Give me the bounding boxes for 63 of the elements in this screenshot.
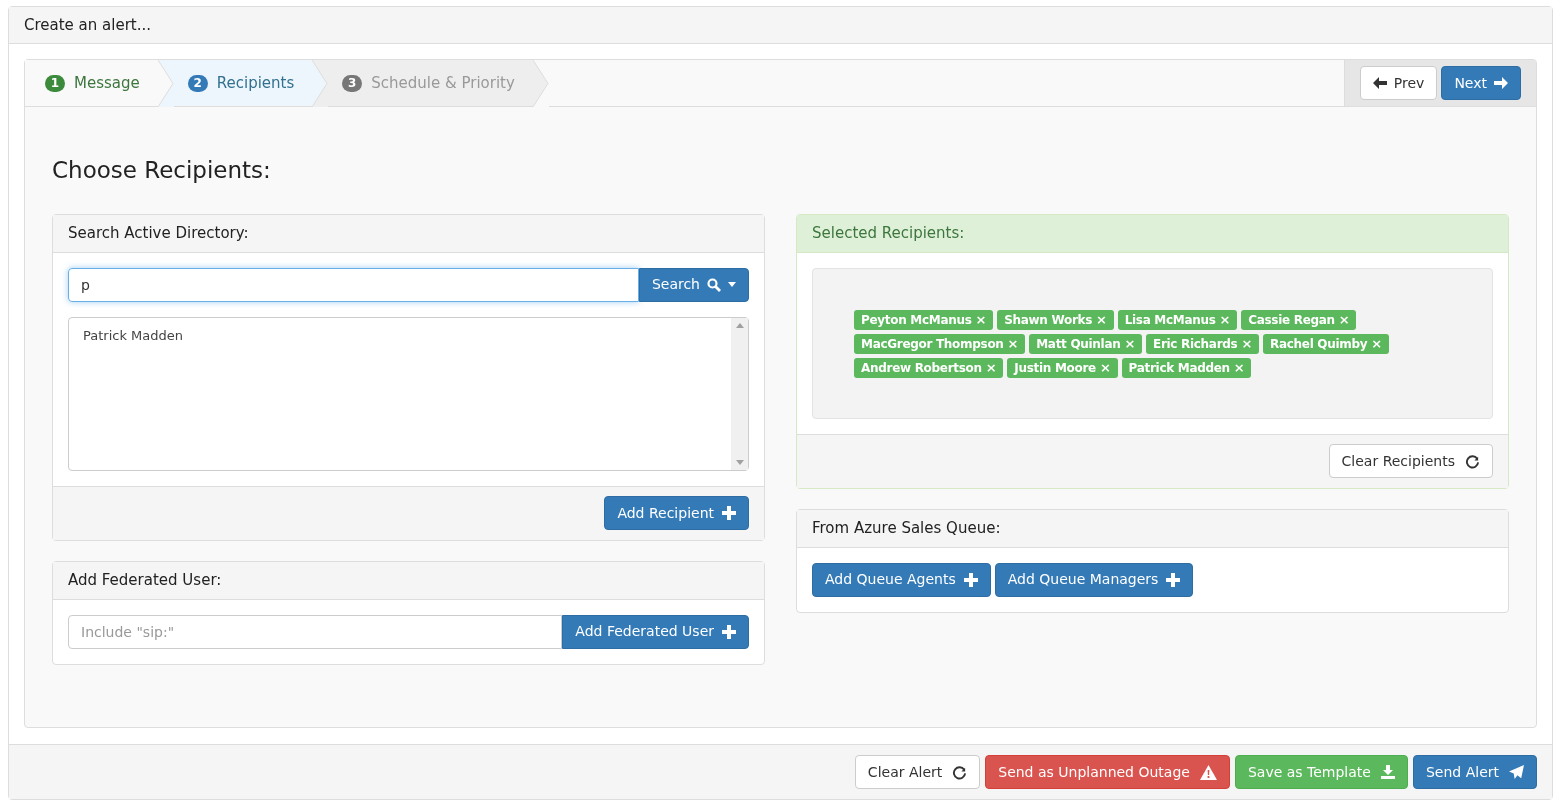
- recipient-tag: Matt Quinlan ×: [1029, 333, 1143, 354]
- remove-button[interactable]: ×: [1099, 361, 1111, 375]
- recipient-tag: Lisa McManus ×: [1117, 309, 1238, 330]
- arrow-left-icon: [1372, 77, 1387, 90]
- remove-button[interactable]: ×: [985, 361, 997, 375]
- remove-button[interactable]: ×: [1371, 337, 1382, 351]
- recipient-tag: MacGregor Thompson ×: [854, 333, 1026, 354]
- panel-title: Add Federated User:: [68, 569, 222, 591]
- page-heading: Choose Recipients:: [52, 156, 272, 186]
- unplanned-outage-button[interactable]: Send as Unplanned Outage: [985, 755, 1230, 790]
- remove-button[interactable]: ×: [1007, 337, 1019, 351]
- panel-title: From Azure Sales Queue:: [812, 517, 1001, 539]
- plus-icon: [1166, 572, 1181, 587]
- clear-alert-button[interactable]: Clear Alert: [854, 755, 981, 790]
- panel-title: Create an alert...: [24, 14, 152, 36]
- plus-icon: [722, 506, 736, 521]
- next-button[interactable]: Next: [1441, 66, 1521, 101]
- recipient-tag: Andrew Robertson ×: [854, 357, 1004, 378]
- recipient-tag: Shawn Works ×: [997, 309, 1114, 330]
- recipient-tag: Eric Richards ×: [1146, 333, 1259, 354]
- remove-button[interactable]: ×: [1338, 313, 1350, 327]
- send-alert-button[interactable]: Send Alert: [1412, 755, 1537, 790]
- prev-button[interactable]: Prev: [1359, 66, 1438, 101]
- warning-icon: [1199, 764, 1217, 780]
- refresh-icon: [952, 764, 968, 780]
- scrollbar[interactable]: [731, 317, 748, 470]
- remove-button[interactable]: ×: [1233, 361, 1245, 375]
- add-recipient-button[interactable]: Add Recipient: [604, 496, 749, 531]
- add-queue-managers-button[interactable]: Add Queue Managers: [994, 562, 1194, 597]
- add-queue-agents-button[interactable]: Add Queue Agents: [812, 562, 991, 597]
- save-template-button[interactable]: Save as Template: [1234, 755, 1408, 790]
- panel-title: Search Active Directory:: [68, 222, 249, 244]
- list-option[interactable]: Patrick Madden: [83, 325, 717, 346]
- plus-icon: [722, 624, 736, 639]
- paper-plane-icon: [1509, 764, 1524, 780]
- remove-button[interactable]: ×: [975, 313, 987, 327]
- scroll-up-icon[interactable]: [735, 322, 744, 328]
- plus-icon: [963, 572, 978, 587]
- step-number: 3: [342, 74, 363, 92]
- federated-user-field[interactable]: Include "sip:": [68, 614, 563, 649]
- caret-icon: [728, 282, 736, 288]
- add-federated-user-button[interactable]: Add Federated User: [562, 614, 749, 649]
- remove-button[interactable]: ×: [1096, 313, 1107, 327]
- panel-title: Selected Recipients:: [812, 222, 965, 244]
- recipient-tag: Peyton McManus ×: [854, 309, 994, 330]
- recipient-tag: Cassie Regan ×: [1241, 309, 1357, 330]
- scroll-down-icon[interactable]: [735, 459, 744, 465]
- recipient-tag: Rachel Quimby ×: [1263, 333, 1389, 354]
- search-icon: [707, 277, 721, 292]
- refresh-icon: [1465, 453, 1480, 469]
- arrow-right-icon: [1494, 77, 1508, 90]
- recipient-tag: Patrick Madden ×: [1121, 357, 1252, 378]
- download-icon: [1380, 765, 1395, 780]
- step-number: 1: [45, 74, 65, 92]
- search-field[interactable]: p: [68, 267, 639, 302]
- recipient-tag: Justin Moore ×: [1007, 357, 1118, 378]
- remove-button[interactable]: ×: [1124, 337, 1136, 351]
- remove-button[interactable]: ×: [1219, 313, 1231, 327]
- remove-button[interactable]: ×: [1241, 337, 1252, 351]
- results-list[interactable]: Patrick Madden: [68, 316, 749, 471]
- clear-recipients-button[interactable]: Clear Recipients: [1328, 444, 1493, 479]
- step-number: 2: [187, 74, 208, 92]
- search-button[interactable]: Search: [638, 267, 749, 302]
